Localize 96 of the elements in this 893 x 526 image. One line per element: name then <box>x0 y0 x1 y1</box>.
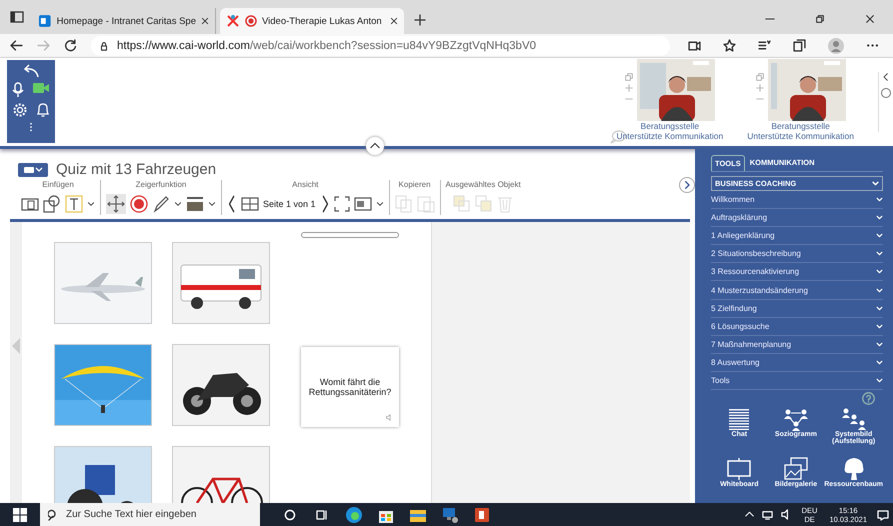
page-indicator: Seite 1 von 1 <box>263 199 316 209</box>
status-ring-icon <box>881 88 891 98</box>
chevron-down-icon <box>876 214 883 222</box>
fullscreen-icon[interactable] <box>334 196 350 212</box>
slides-app-icon[interactable] <box>473 506 491 524</box>
pen-icon[interactable] <box>152 195 170 213</box>
settings-icon[interactable] <box>12 102 28 118</box>
previous-page-icon[interactable] <box>227 195 237 213</box>
whiteboard-icon <box>726 457 752 482</box>
chevron-down-icon <box>876 232 883 240</box>
phase-item[interactable]: 7 Maßnahmenplanung <box>711 336 883 354</box>
browser-taskbar-icon[interactable] <box>345 506 363 524</box>
chevron-down-icon <box>876 376 883 384</box>
browser-tab[interactable]: Video-Therapie Lukas Anton <box>220 8 404 34</box>
back-icon[interactable] <box>10 39 23 52</box>
recording-icon <box>245 15 257 27</box>
help-icon[interactable] <box>862 392 875 406</box>
chevron-down-icon <box>876 304 883 312</box>
bell-icon[interactable] <box>36 102 50 118</box>
line-weight-icon[interactable] <box>186 196 204 212</box>
address-bar[interactable]: https://www.cai-world.com/web/cai/workbench?session=u84vY9BZzgtVqNHq3bV0 <box>91 36 670 56</box>
taskbar-search-field[interactable]: Zur Suche Text hier eingeben <box>40 503 260 526</box>
show-hidden-icons-icon[interactable] <box>744 510 754 519</box>
menu-dropdown-button[interactable] <box>18 162 48 176</box>
group-label: Ansicht <box>292 180 318 189</box>
group-label: Ausgewähltes Objekt <box>446 180 521 189</box>
lock-icon <box>99 40 109 50</box>
phase-item[interactable]: Tools <box>711 372 883 390</box>
expand-button[interactable] <box>679 177 695 193</box>
phase-item[interactable]: 8 Auswertung <box>711 354 883 372</box>
chevron-down-icon <box>876 322 883 330</box>
favorites-icon[interactable] <box>758 39 771 52</box>
network-icon[interactable] <box>762 509 773 520</box>
cortana-icon[interactable] <box>284 508 296 520</box>
restore-icon[interactable] <box>815 14 825 24</box>
video-camera-icon[interactable] <box>32 82 50 94</box>
site-icon <box>38 14 52 28</box>
chevron-right-icon <box>683 181 691 189</box>
chevron-up-icon <box>370 141 380 151</box>
network-computer-icon[interactable] <box>441 506 459 524</box>
phase-item[interactable]: 5 Zielfindung <box>711 300 883 318</box>
chevron-down-icon <box>876 286 883 294</box>
side-handle[interactable] <box>12 338 20 354</box>
grid-icon[interactable] <box>241 197 259 211</box>
profile-icon[interactable] <box>828 38 844 54</box>
task-view-icon[interactable] <box>316 508 328 520</box>
camera-icon[interactable] <box>688 39 701 52</box>
group-label: Kopieren <box>398 180 431 189</box>
shapes-icon[interactable] <box>43 195 61 213</box>
chevron-down-icon <box>876 268 883 276</box>
group-label: Einfügen <box>42 180 74 189</box>
start-icon[interactable] <box>12 506 28 522</box>
phase-item[interactable]: 3 Ressourcenaktivierung <box>711 263 883 282</box>
reload-icon[interactable] <box>64 39 77 52</box>
document-title: Quiz mit 13 Fahrzeugen <box>56 161 216 178</box>
figure-icon <box>226 14 240 28</box>
image-icon[interactable] <box>354 197 372 211</box>
phase-item[interactable]: Willkommen <box>711 191 883 210</box>
phase-item[interactable]: 2 Situationsbeschreibung <box>711 245 883 264</box>
close-icon[interactable] <box>865 14 875 24</box>
caret-icon[interactable] <box>174 200 182 208</box>
people-network-icon <box>782 407 809 432</box>
question-text: Womit fährt die Rettungssanitäterin? <box>308 377 392 397</box>
phase-item[interactable]: 6 Lösungssuche <box>711 318 883 336</box>
text-icon[interactable] <box>65 195 83 213</box>
chevron-down-icon <box>872 180 879 187</box>
folder-icon[interactable] <box>21 196 39 212</box>
new-tab-icon[interactable] <box>414 14 426 26</box>
group-label: Zeigerfunktion <box>136 180 186 189</box>
undo-icon[interactable] <box>22 64 40 78</box>
card-caret-icon <box>23 164 43 174</box>
laser-pointer-icon[interactable] <box>130 195 148 213</box>
phase-item[interactable]: 1 Anliegenklärung <box>711 227 883 246</box>
chevron-down-icon <box>876 340 883 348</box>
participant-label: Beratungsstelle Unterstützte Kommunikation <box>747 121 854 141</box>
people-group-icon <box>840 407 867 432</box>
caret-icon[interactable] <box>376 200 384 208</box>
collapse-icon[interactable] <box>882 72 890 82</box>
caret-icon[interactable] <box>208 200 216 208</box>
star-icon[interactable] <box>723 39 736 52</box>
collections-icon[interactable] <box>793 39 806 52</box>
chevron-down-icon <box>876 250 883 258</box>
chevron-down-icon <box>876 196 883 204</box>
participant-label: Beratungsstelle Unterstützte Kommunikation <box>616 121 724 141</box>
phase-item[interactable]: Auftragsklärung <box>711 209 883 228</box>
collapse-up-button[interactable] <box>366 137 384 155</box>
tab-actions-icon[interactable] <box>10 10 24 24</box>
gallery-icon <box>782 457 809 482</box>
notifications-icon[interactable] <box>877 508 889 520</box>
move-icon[interactable] <box>106 194 126 214</box>
close-tab-icon[interactable] <box>390 17 398 25</box>
phase-item[interactable]: 4 Musterzustandsänderung <box>711 281 883 300</box>
microphone-icon[interactable] <box>12 82 24 98</box>
caret-icon[interactable] <box>87 200 95 208</box>
chevron-down-icon <box>876 358 883 366</box>
close-tab-icon[interactable] <box>201 17 209 25</box>
